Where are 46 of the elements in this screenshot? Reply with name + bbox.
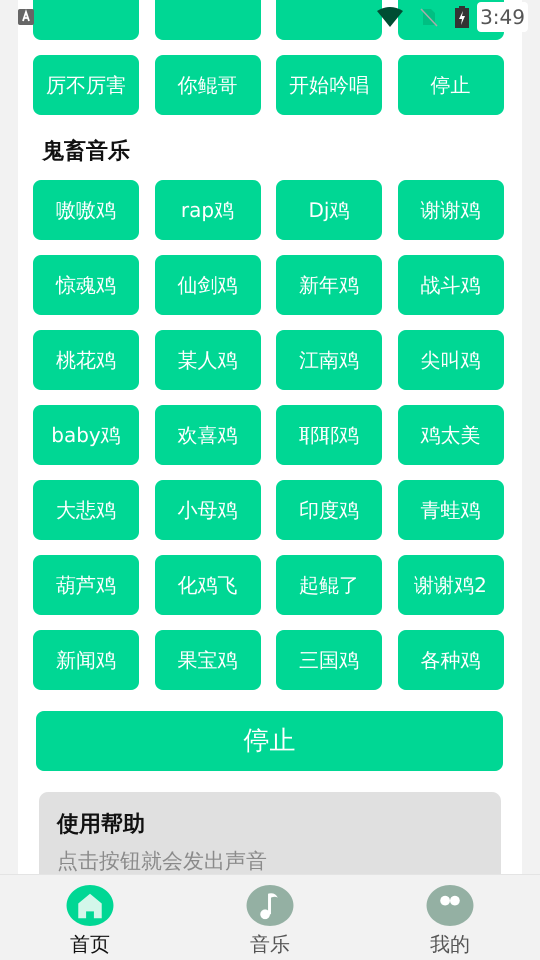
home-icon (65, 884, 115, 927)
sound-button[interactable]: 桃花鸡 (33, 330, 139, 390)
sound-button[interactable]: Dj鸡 (276, 180, 382, 240)
sound-button[interactable]: 欢喜鸡 (154, 405, 260, 465)
section-title: 鬼畜音乐 (42, 138, 131, 166)
music-note-icon (245, 884, 295, 927)
status-time: 3:49 (477, 2, 528, 32)
sound-button[interactable]: 耶耶鸡 (276, 405, 382, 465)
sound-button[interactable]: 你鲲哥 (154, 55, 260, 115)
sound-button[interactable]: 鸡太美 (398, 405, 504, 465)
sound-button[interactable]: rap鸡 (154, 180, 260, 240)
sound-button[interactable]: 惊魂鸡 (33, 255, 139, 315)
battery-icon (455, 6, 470, 28)
profile-icon (425, 884, 475, 927)
sound-button[interactable]: 停止 (398, 55, 504, 115)
sound-button[interactable]: 印度鸡 (276, 480, 382, 540)
sound-button[interactable]: 江南鸡 (276, 330, 382, 390)
sound-button[interactable]: 新闻鸡 (33, 630, 139, 690)
sound-button[interactable]: 小母鸡 (154, 480, 260, 540)
no-sim-icon (419, 7, 440, 27)
sound-button[interactable]: 开始吟唱 (276, 55, 382, 115)
sound-button[interactable]: 葫芦鸡 (33, 555, 139, 615)
sound-button[interactable]: 厉不厉害 (33, 55, 139, 115)
sound-button[interactable]: 谢谢鸡 (398, 180, 504, 240)
help-text: 点击按钮就会发出声音 (57, 849, 268, 874)
help-title: 使用帮助 (57, 811, 146, 839)
sound-button[interactable]: 新年鸡 (276, 255, 382, 315)
sound-button[interactable]: 尖叫鸡 (398, 330, 504, 390)
sound-button[interactable]: 嗷嗷鸡 (33, 180, 139, 240)
sound-button[interactable]: 某人鸡 (154, 330, 260, 390)
wifi-icon (377, 7, 404, 27)
sound-button[interactable]: 青蛙鸡 (398, 480, 504, 540)
sound-button[interactable]: 各种鸡 (398, 630, 504, 690)
sound-button[interactable]: 战斗鸡 (398, 255, 504, 315)
tab-label[interactable]: 音乐 (250, 929, 290, 959)
sound-button[interactable]: 起鲲了 (276, 555, 382, 615)
tab-label[interactable]: 我的 (430, 929, 470, 959)
sound-button[interactable]: 三国鸡 (276, 630, 382, 690)
sound-button[interactable]: 谢谢鸡2 (398, 555, 504, 615)
sound-button[interactable]: 化鸡飞 (154, 555, 260, 615)
sound-button[interactable]: baby鸡 (33, 405, 139, 465)
sound-button[interactable]: 仙剑鸡 (154, 255, 260, 315)
tab-label[interactable]: 首页 (70, 929, 110, 959)
sound-button[interactable]: 大悲鸡 (33, 480, 139, 540)
sound-button[interactable]: 果宝鸡 (154, 630, 260, 690)
stop-button[interactable]: 停止 (36, 711, 503, 771)
